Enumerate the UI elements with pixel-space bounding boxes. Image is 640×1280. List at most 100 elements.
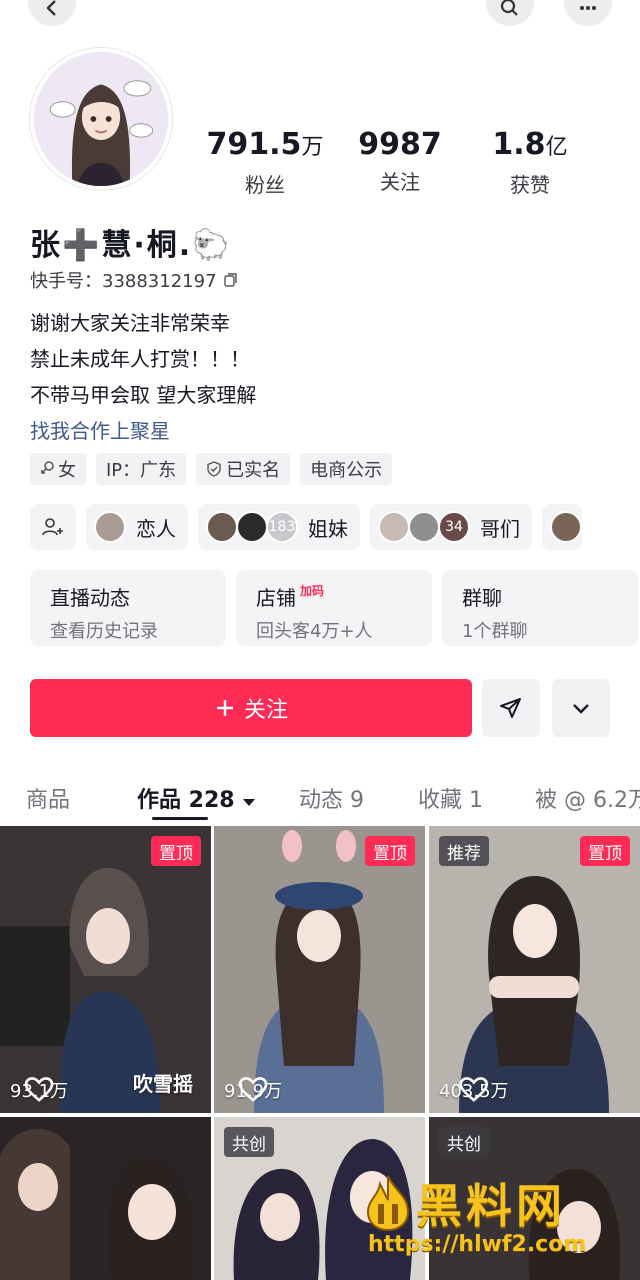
live-history-title: 直播动态: [50, 586, 130, 610]
heart-icon: [24, 1077, 54, 1102]
live-history-sub: 查看历史记录: [50, 621, 158, 642]
profile-name: 张➕慧·桐.🐑: [30, 228, 232, 263]
shop-card[interactable]: 店铺 加码 回头客4万+人: [236, 570, 432, 646]
brothers-count: 34: [438, 511, 470, 543]
tab-mentioned[interactable]: 被 @ 6.2万: [535, 782, 640, 814]
bio-line-1: 谢谢大家关注非常荣幸: [30, 311, 230, 335]
verified-label: 已实名: [226, 460, 281, 481]
send-icon: [500, 698, 521, 718]
bio-line-3: 不带马甲会取 望大家理解: [30, 383, 257, 407]
heart-icon: [459, 1077, 489, 1102]
video-thumbnail: [214, 826, 425, 1113]
fans-label: 粉丝: [245, 173, 285, 197]
following-stat[interactable]: 9987 关注: [330, 126, 470, 198]
avatar-illustration: [34, 52, 168, 186]
ecommerce-tag[interactable]: 电商公示: [300, 453, 393, 485]
more-relation-avatar: [550, 511, 582, 543]
more-button[interactable]: [564, 0, 612, 26]
sister-avatar-1: [206, 511, 238, 543]
video-thumbnail: [429, 826, 640, 1113]
add-friend-chip[interactable]: [30, 504, 76, 550]
ip-tag: IP：广东: [96, 453, 187, 485]
shop-sub: 回头客4万+人: [256, 621, 373, 642]
tab-works-label: 作品 228: [137, 788, 235, 813]
watermark-url: https://hlwf2.com: [368, 1232, 587, 1257]
group-chat-sub: 1个群聊: [462, 621, 528, 642]
female-icon: [41, 461, 54, 474]
likes-label: 获赞: [510, 173, 550, 197]
likes-stat[interactable]: 1.8亿 获赞: [470, 126, 590, 198]
feature-cards: 直播动态 查看历史记录 店铺 加码 回头客4万+人 群聊 1个群聊: [30, 570, 638, 646]
video-caption: 吹雪摇: [133, 1072, 193, 1096]
pinned-badge: 置顶: [151, 836, 201, 866]
brother-avatar-2: [408, 511, 440, 543]
kuaishou-id-row: 快手号：3388312197: [30, 267, 239, 293]
pinned-badge: 置顶: [580, 836, 630, 866]
search-icon: [500, 0, 518, 16]
content-tabs: 商品 作品 228 动态 9 收藏 1 被 @ 6.2万: [0, 772, 640, 824]
tab-works[interactable]: 作品 228: [137, 782, 256, 814]
tab-moments[interactable]: 动态 9: [299, 782, 364, 814]
following-count: 9987: [358, 127, 442, 162]
shield-check-icon: [207, 461, 221, 477]
lover-avatar: [94, 511, 126, 543]
pinned-badge: 置顶: [365, 836, 415, 866]
relationship-row: 恋人 183 姐妹 34 哥们: [30, 504, 582, 550]
profile-bio: 谢谢大家关注非常荣幸 禁止未成年人打赏！！！ 不带马甲会取 望大家理解 找我合作…: [30, 305, 256, 449]
bio-cooperation-link[interactable]: 找我合作上聚星: [30, 413, 256, 449]
sisters-chip[interactable]: 183 姐妹: [198, 504, 360, 550]
top-bar: [0, 0, 640, 40]
copy-icon[interactable]: [223, 272, 239, 288]
fans-stat[interactable]: 791.5万 粉丝: [200, 126, 330, 198]
search-button[interactable]: [486, 0, 534, 26]
brother-avatar-1: [378, 511, 410, 543]
shop-hot-badge: 加码: [300, 584, 325, 598]
following-label: 关注: [380, 170, 420, 194]
sister-avatar-2: [236, 511, 268, 543]
group-chat-card[interactable]: 群聊 1个群聊: [442, 570, 638, 646]
shop-title: 店铺: [256, 586, 296, 610]
active-tab-indicator: [152, 817, 208, 820]
back-button[interactable]: [28, 0, 76, 26]
avatar[interactable]: [30, 48, 172, 190]
profile-tags: 女 IP：广东 已实名 电商公示: [30, 453, 393, 485]
video-card[interactable]: 推荐 置顶 403.5万: [429, 826, 640, 1113]
verified-tag[interactable]: 已实名: [196, 453, 291, 485]
message-button[interactable]: [482, 679, 540, 737]
flame-logo-icon: [366, 1175, 410, 1232]
likes-unit: 亿: [545, 135, 568, 160]
video-card[interactable]: [0, 1117, 211, 1280]
brothers-chip[interactable]: 34 哥们: [370, 504, 532, 550]
expand-button[interactable]: [552, 679, 610, 737]
brothers-label: 哥们: [480, 516, 520, 541]
kuaishou-id: 快手号：3388312197: [30, 271, 217, 292]
watermark-title: 黑料网: [416, 1179, 566, 1233]
video-likes: 93.1万: [10, 1077, 68, 1103]
video-card[interactable]: 置顶 93.1万 吹雪摇: [0, 826, 211, 1113]
ip-label: IP：广东: [106, 460, 177, 481]
ecommerce-label: 电商公示: [310, 460, 383, 481]
sisters-label: 姐妹: [308, 516, 348, 541]
follow-label: 关注: [243, 698, 288, 723]
more-icon: [580, 6, 596, 10]
video-likes: 91.9万: [224, 1077, 282, 1103]
more-relation-chip[interactable]: [542, 504, 582, 550]
video-card[interactable]: 置顶 91.9万: [214, 826, 425, 1113]
back-arrow-icon: [46, 0, 56, 16]
profile-stats: 791.5万 粉丝 9987 关注 1.8亿 获赞: [200, 126, 620, 198]
live-history-card[interactable]: 直播动态 查看历史记录: [30, 570, 226, 646]
chevron-down-icon: [573, 704, 589, 714]
lovers-chip[interactable]: 恋人: [86, 504, 188, 550]
tab-favorites[interactable]: 收藏 1: [418, 782, 483, 814]
bio-line-2: 禁止未成年人打赏！！！: [30, 347, 250, 371]
sisters-count: 183: [266, 511, 298, 543]
gender-tag: 女: [30, 453, 86, 485]
gender-label: 女: [58, 460, 76, 481]
follow-button[interactable]: 关注: [30, 679, 472, 737]
video-likes: 403.5万: [439, 1077, 509, 1103]
likes-count: 1.8: [492, 127, 546, 162]
co-create-badge: 共创: [224, 1127, 274, 1157]
tab-goods[interactable]: 商品: [26, 782, 70, 814]
heart-icon: [238, 1077, 268, 1102]
co-create-badge: 共创: [439, 1127, 489, 1157]
